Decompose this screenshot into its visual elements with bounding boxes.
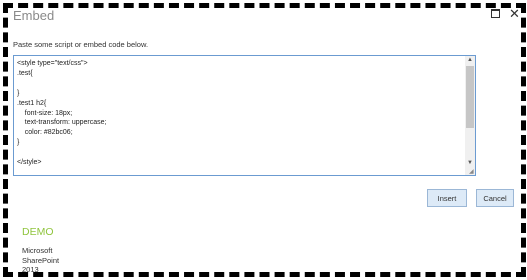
demo-line: 2013: [22, 265, 39, 274]
scroll-down-arrow-icon[interactable]: ▼: [465, 159, 475, 168]
demo-line: SharePoint: [22, 255, 60, 265]
cancel-button[interactable]: Cancel: [476, 189, 514, 207]
maximize-button[interactable]: [489, 7, 502, 20]
embed-code-textarea[interactable]: <style type="text/css"> .test{ } .test1 …: [13, 55, 476, 176]
demo-text: Microsoft SharePoint 2013: [22, 246, 59, 275]
close-button[interactable]: ✕: [508, 7, 521, 20]
maximize-icon: [491, 9, 500, 18]
instructions-text: Paste some script or embed code below.: [13, 40, 149, 49]
demo-heading: DEMO: [22, 226, 54, 238]
insert-button[interactable]: Insert: [427, 189, 467, 207]
demo-line: Microsoft: [22, 246, 53, 255]
vertical-scrollbar[interactable]: ▲ ▼: [465, 56, 475, 175]
scroll-up-arrow-icon[interactable]: ▲: [465, 56, 475, 65]
embed-code-content[interactable]: <style type="text/css"> .test{ } .test1 …: [17, 59, 463, 168]
scroll-thumb[interactable]: [466, 66, 474, 128]
dialog-title: Embed: [13, 8, 55, 23]
resize-grip-icon[interactable]: ◢: [469, 169, 475, 175]
close-icon: ✕: [509, 6, 520, 21]
